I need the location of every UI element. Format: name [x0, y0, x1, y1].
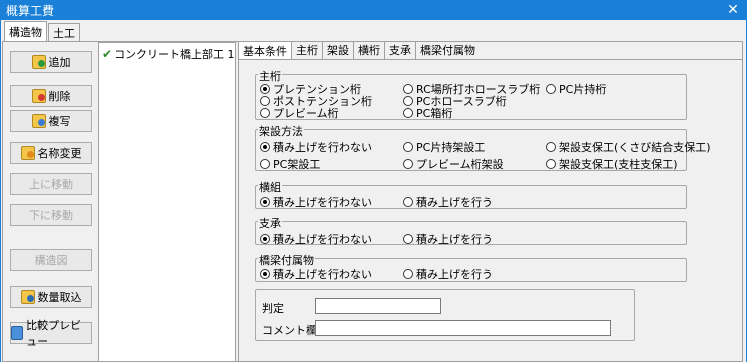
copy-button[interactable]: 複写	[10, 110, 92, 132]
structure-tree[interactable]: ✔ コンクリート橋上部工 1	[98, 42, 236, 362]
rename-button-label: 名称変更	[37, 147, 82, 160]
radio-cross-do[interactable]: 積み上げを行う	[403, 194, 493, 210]
radio-pc-cantilever-erection[interactable]: PC片持架設工	[403, 139, 485, 155]
quantity-import-icon	[20, 290, 35, 304]
rename-button[interactable]: 名称変更	[10, 142, 92, 164]
radio-label: PC片持架設工	[416, 141, 486, 154]
tab-erection[interactable]: 架設	[323, 41, 354, 59]
radio-label: 積み上げを行わない	[273, 268, 372, 281]
radio-pc-box[interactable]: PC箱桁	[403, 105, 452, 121]
radio-button[interactable]	[260, 159, 270, 169]
radio-label: 積み上げを行う	[416, 233, 493, 246]
radio-label: 積み上げを行う	[416, 196, 493, 209]
preview-icon	[11, 326, 24, 340]
tree-item-label: コンクリート橋上部工 1	[114, 48, 235, 61]
radio-button[interactable]	[403, 142, 413, 152]
judgement-label: 判定	[262, 302, 284, 315]
outer-tab-bar: 構造物 土工	[4, 21, 81, 41]
compare-preview-button[interactable]: 比較プレビュー	[10, 319, 92, 348]
check-icon: ✔	[102, 47, 113, 61]
tab-accessories[interactable]: 橋梁付属物	[416, 41, 479, 59]
radio-button[interactable]	[260, 269, 270, 279]
radio-accessories-none[interactable]: 積み上げを行わない	[260, 266, 372, 282]
radio-button[interactable]	[546, 142, 556, 152]
radio-label: 積み上げを行わない	[273, 196, 372, 209]
radio-button[interactable]	[403, 108, 413, 118]
radio-label: PC片持桁	[559, 83, 607, 96]
comment-field[interactable]	[315, 320, 611, 336]
radio-button[interactable]	[403, 159, 413, 169]
radio-label: PC箱桁	[416, 107, 453, 120]
radio-label: プレビーム桁	[273, 107, 339, 120]
radio-button[interactable]	[260, 197, 270, 207]
radio-pc-cantilever[interactable]: PC片持桁	[546, 81, 606, 97]
copy-icon	[31, 114, 46, 128]
tab-main-girder[interactable]: 主桁	[292, 41, 323, 59]
cross-girder-title: 横組	[258, 179, 282, 195]
add-icon	[31, 55, 46, 69]
bearing-title: 支承	[258, 215, 282, 231]
move-up-button[interactable]: 上に移動	[10, 173, 92, 195]
move-up-button-label: 上に移動	[29, 178, 73, 191]
radio-post-support[interactable]: 架設支保工(支柱支保工)	[546, 156, 678, 172]
compare-preview-button-label: 比較プレビュー	[26, 319, 82, 348]
radio-bearing-none[interactable]: 積み上げを行わない	[260, 231, 372, 247]
structure-diagram-button[interactable]: 構造図	[10, 249, 92, 271]
tab-bearing[interactable]: 支承	[385, 41, 416, 59]
delete-button[interactable]: 削除	[10, 85, 92, 107]
add-button-label: 追加	[48, 56, 71, 69]
tab-earthwork[interactable]: 土工	[48, 23, 80, 41]
rename-icon	[20, 146, 35, 160]
radio-button[interactable]	[260, 108, 270, 118]
delete-button-label: 削除	[48, 90, 71, 103]
radio-label: 架設支保工(くさび結合支保工)	[559, 141, 711, 154]
tree-item[interactable]: ✔ コンクリート橋上部工 1	[102, 46, 235, 62]
tab-basic-conditions[interactable]: 基本条件	[238, 41, 292, 59]
move-down-button-label: 下に移動	[29, 209, 73, 222]
judgement-field[interactable]	[315, 298, 441, 314]
radio-label: PC架設工	[273, 158, 321, 171]
copy-button-label: 複写	[48, 115, 71, 128]
radio-bearing-do[interactable]: 積み上げを行う	[403, 231, 493, 247]
move-down-button[interactable]: 下に移動	[10, 204, 92, 226]
inner-tab-bar: 基本条件 主桁 架設 横桁 支承 橋梁付属物	[238, 41, 479, 59]
radio-button[interactable]	[403, 234, 413, 244]
radio-accessories-do[interactable]: 積み上げを行う	[403, 266, 493, 282]
radio-button[interactable]	[546, 84, 556, 94]
radio-label: 積み上げを行う	[416, 268, 493, 281]
radio-button[interactable]	[546, 159, 556, 169]
structure-diagram-button-label: 構造図	[34, 254, 68, 267]
radio-label: 積み上げを行わない	[273, 233, 372, 246]
radio-button[interactable]	[260, 142, 270, 152]
radio-button[interactable]	[403, 197, 413, 207]
radio-prebeam-erection[interactable]: プレビーム桁架設	[403, 156, 504, 172]
tab-cross-girder[interactable]: 横桁	[354, 41, 385, 59]
radio-erection-none[interactable]: 積み上げを行わない	[260, 139, 372, 155]
close-icon[interactable]: ✕	[719, 0, 747, 20]
add-button[interactable]: 追加	[10, 51, 92, 73]
radio-button[interactable]	[260, 234, 270, 244]
radio-label: 積み上げを行わない	[273, 141, 372, 154]
quantity-import-button[interactable]: 数量取込	[10, 286, 92, 308]
delete-icon	[31, 89, 46, 103]
tab-structure[interactable]: 構造物	[4, 21, 47, 41]
radio-wedge-support[interactable]: 架設支保工(くさび結合支保工)	[546, 139, 711, 155]
comment-label: コメント欄	[262, 324, 317, 337]
radio-label: 架設支保工(支柱支保工)	[559, 158, 678, 171]
radio-pc-erection[interactable]: PC架設工	[260, 156, 320, 172]
erection-title: 架設方法	[258, 123, 304, 139]
radio-prebeam[interactable]: プレビーム桁	[260, 105, 339, 121]
window-title: 概算工費	[6, 3, 55, 18]
title-bar: 概算工費 ✕	[0, 0, 747, 20]
radio-button[interactable]	[403, 269, 413, 279]
quantity-import-button-label: 数量取込	[37, 291, 82, 304]
left-button-panel: 追加 削除 複写 名称変更 上に移動 下に移動 構造図 数量取込 比較プレビュー	[3, 42, 98, 362]
radio-label: プレビーム桁架設	[416, 158, 504, 171]
radio-cross-none[interactable]: 積み上げを行わない	[260, 194, 372, 210]
